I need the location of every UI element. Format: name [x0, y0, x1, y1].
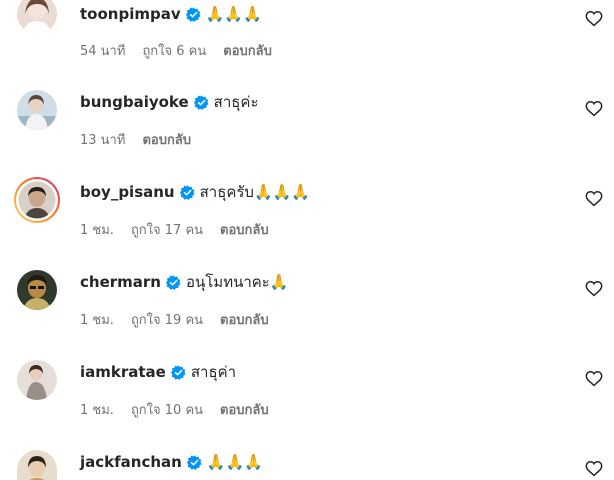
username[interactable]: chermarn: [80, 273, 161, 291]
comment-header: chermarn อนุโมทนาคะ🙏: [80, 270, 289, 294]
username[interactable]: jackfanchan: [80, 453, 182, 471]
reply-button[interactable]: ตอบกลับ: [223, 40, 272, 61]
comment-likes[interactable]: ถูกใจ 19 คน: [131, 309, 203, 330]
avatar[interactable]: [17, 450, 57, 480]
username[interactable]: bungbaiyoke: [80, 93, 189, 111]
avatar[interactable]: [17, 90, 57, 130]
username[interactable]: toonpimpav: [80, 5, 181, 23]
comment-item: chermarn อนุโมทนาคะ🙏 1 ชม. ถูกใจ 19 คน ต…: [0, 270, 614, 360]
verified-badge-icon: [193, 94, 209, 110]
comment-time[interactable]: 1 ชม.: [80, 399, 114, 420]
comment-item: boy_pisanu สาธุครับ🙏🙏🙏 1 ชม. ถูกใจ 17 คน…: [0, 177, 614, 270]
comment-header: bungbaiyoke สาธุค่ะ: [80, 90, 259, 114]
comment-header: jackfanchan 🙏🙏🙏: [80, 450, 263, 474]
reply-button[interactable]: ตอบกลับ: [220, 309, 269, 330]
comment-meta: 13 นาที ตอบกลับ: [80, 130, 191, 148]
comment-time[interactable]: 1 ชม.: [80, 219, 114, 240]
comment-item: toonpimpav 🙏🙏🙏 54 นาที ถูกใจ 6 คน ตอบกลั…: [0, 0, 614, 90]
comment-time[interactable]: 54 นาที: [80, 40, 125, 61]
comment-header: toonpimpav 🙏🙏🙏: [80, 2, 262, 26]
comment-time[interactable]: 1 ชม.: [80, 309, 114, 330]
comment-item: iamkratae สาธุค่า 1 ชม. ถูกใจ 10 คน ตอบก…: [0, 360, 614, 450]
username[interactable]: boy_pisanu: [80, 183, 175, 201]
comment-meta: 1 ชม. ถูกใจ 17 คน ตอบกลับ: [80, 220, 269, 238]
comment-item: bungbaiyoke สาธุค่ะ 13 นาที ตอบกลับ: [0, 90, 614, 180]
comment-meta: 1 ชม. ถูกใจ 19 คน ตอบกลับ: [80, 310, 269, 328]
verified-badge-icon: [165, 274, 181, 290]
comment-text: สาธุค่ะ: [213, 93, 259, 111]
comment-header: iamkratae สาธุค่า: [80, 360, 236, 384]
avatar[interactable]: [17, 0, 57, 34]
comment-likes[interactable]: ถูกใจ 6 คน: [142, 40, 206, 61]
heart-outline-icon[interactable]: [585, 459, 603, 477]
comment-text: 🙏🙏🙏: [205, 5, 262, 23]
verified-badge-icon: [170, 364, 186, 380]
avatar[interactable]: [17, 360, 57, 400]
comment-likes[interactable]: ถูกใจ 10 คน: [131, 399, 203, 420]
comment-text: สาธุครับ🙏🙏🙏: [199, 183, 310, 201]
verified-badge-icon: [185, 6, 201, 22]
heart-outline-icon[interactable]: [585, 369, 603, 387]
comment-meta: 54 นาที ถูกใจ 6 คน ตอบกลับ: [80, 41, 272, 59]
comment-text: 🙏🙏🙏: [206, 453, 263, 471]
verified-badge-icon: [186, 454, 202, 470]
heart-outline-icon[interactable]: [585, 279, 603, 297]
comment-time[interactable]: 13 นาที: [80, 129, 125, 150]
heart-outline-icon[interactable]: [585, 9, 603, 27]
reply-button[interactable]: ตอบกลับ: [220, 399, 269, 420]
username[interactable]: iamkratae: [80, 363, 166, 381]
comment-item: jackfanchan 🙏🙏🙏: [0, 450, 614, 480]
heart-outline-icon[interactable]: [585, 99, 603, 117]
avatar[interactable]: [17, 270, 57, 310]
reply-button[interactable]: ตอบกลับ: [220, 219, 269, 240]
reply-button[interactable]: ตอบกลับ: [142, 129, 191, 150]
comment-meta: 1 ชม. ถูกใจ 10 คน ตอบกลับ: [80, 400, 269, 418]
avatar-story-ring[interactable]: [13, 176, 61, 224]
heart-outline-icon[interactable]: [585, 189, 603, 207]
comment-text: สาธุค่า: [190, 363, 237, 381]
comment-text: อนุโมทนาคะ🙏: [185, 273, 289, 291]
comment-likes[interactable]: ถูกใจ 17 คน: [131, 219, 203, 240]
verified-badge-icon: [179, 184, 195, 200]
comment-header: boy_pisanu สาธุครับ🙏🙏🙏: [80, 180, 310, 204]
